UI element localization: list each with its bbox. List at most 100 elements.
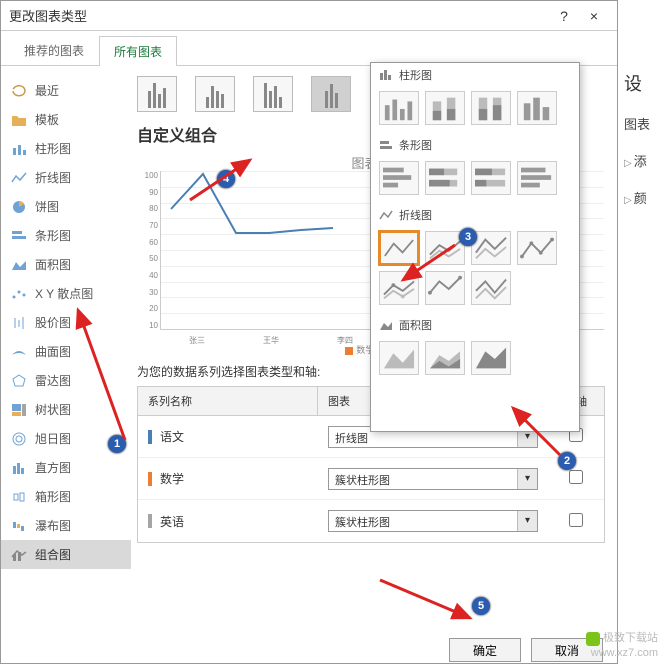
combo-thumb-2[interactable]: [195, 76, 235, 112]
chart-type-dropdown-panel[interactable]: 柱形图 条形图 折线图 面积图: [370, 62, 580, 432]
sidebar-item-box[interactable]: 箱形图: [1, 482, 131, 511]
dialog-title: 更改图表类型: [9, 6, 549, 25]
type-option-line-4[interactable]: [517, 231, 557, 265]
scatter-icon: [11, 287, 27, 301]
sidebar-item-label: 条形图: [35, 227, 71, 244]
type-option-bar-4[interactable]: [517, 161, 557, 195]
settings-row[interactable]: ▷颜: [624, 188, 664, 207]
settings-row[interactable]: 图表: [624, 114, 664, 133]
group-title-line: 折线图: [371, 203, 579, 227]
sidebar-item-treemap[interactable]: 树状图: [1, 395, 131, 424]
sidebar-item-histogram[interactable]: 直方图: [1, 453, 131, 482]
column-icon: [11, 142, 27, 156]
type-option-bar-2[interactable]: [425, 161, 465, 195]
chevron-down-icon: ▾: [517, 469, 537, 489]
watermark-icon: [586, 632, 600, 646]
series-name-cell: 语文: [138, 424, 318, 449]
combo-thumb-1[interactable]: [137, 76, 177, 112]
settings-row[interactable]: ▷添: [624, 151, 664, 170]
sidebar-item-label: 股价图: [35, 314, 71, 331]
pie-icon: [11, 200, 27, 214]
sidebar-item-stock[interactable]: 股价图: [1, 308, 131, 337]
sidebar-item-bar[interactable]: 条形图: [1, 221, 131, 250]
line-icon: [379, 209, 393, 221]
watermark: 极致下载站 www.xz7.com: [586, 631, 658, 660]
line-icon: [11, 171, 27, 185]
series-type-dropdown[interactable]: 簇状柱形图▾: [328, 468, 538, 490]
type-option-line-7[interactable]: [471, 271, 511, 305]
type-option-column-2[interactable]: [425, 91, 465, 125]
settings-header: 设: [624, 70, 664, 96]
sidebar-item-label: 组合图: [35, 546, 71, 563]
sidebar-item-label: 旭日图: [35, 430, 71, 447]
radar-icon: [11, 374, 27, 388]
tab-all[interactable]: 所有图表: [99, 36, 177, 66]
series-name-cell: 数学: [138, 466, 318, 491]
sidebar-item-label: 模板: [35, 111, 59, 128]
sidebar-item-templates[interactable]: 模板: [1, 105, 131, 134]
tab-bar: 推荐的图表 所有图表: [1, 31, 617, 66]
sidebar-item-label: 面积图: [35, 256, 71, 273]
type-option-bar-1[interactable]: [379, 161, 419, 195]
callout-3: 3: [459, 228, 477, 246]
sidebar-item-label: 箱形图: [35, 488, 71, 505]
series-swatch: [148, 472, 152, 486]
table-row: 英语 簇状柱形图▾: [138, 500, 604, 542]
bar-icon: [379, 139, 393, 151]
type-option-column-4[interactable]: [517, 91, 557, 125]
sidebar-item-label: 雷达图: [35, 372, 71, 389]
secondary-axis-checkbox[interactable]: [569, 513, 583, 527]
y-axis: 100908070605040302010: [138, 171, 158, 330]
sidebar-item-scatter[interactable]: X Y 散点图: [1, 279, 131, 308]
sidebar-item-label: 折线图: [35, 169, 71, 186]
callout-5: 5: [472, 597, 490, 615]
type-option-area-3[interactable]: [471, 341, 511, 375]
dialog-footer: 确定 取消: [449, 638, 603, 662]
sidebar-item-surface[interactable]: 曲面图: [1, 337, 131, 366]
sidebar-item-pie[interactable]: 饼图: [1, 192, 131, 221]
column-icon: [379, 69, 393, 81]
sidebar-item-recent[interactable]: 最近: [1, 76, 131, 105]
sidebar-item-label: 树状图: [35, 401, 71, 418]
help-button[interactable]: ?: [549, 8, 579, 24]
treemap-icon: [11, 403, 27, 417]
area-icon: [379, 319, 393, 331]
sidebar-item-combo[interactable]: 组合图: [1, 540, 131, 569]
sidebar-item-area[interactable]: 面积图: [1, 250, 131, 279]
type-option-area-2[interactable]: [425, 341, 465, 375]
sidebar-item-label: 直方图: [35, 459, 71, 476]
col-series-name: 系列名称: [138, 387, 318, 415]
sidebar-item-line[interactable]: 折线图: [1, 163, 131, 192]
close-button[interactable]: ×: [579, 8, 609, 24]
sidebar-item-label: 最近: [35, 82, 59, 99]
ok-button[interactable]: 确定: [449, 638, 521, 662]
sidebar-item-label: 瀑布图: [35, 517, 71, 534]
sidebar-item-label: X Y 散点图: [35, 285, 93, 302]
callout-4: 4: [217, 170, 235, 188]
stock-icon: [11, 316, 27, 330]
sidebar-item-radar[interactable]: 雷达图: [1, 366, 131, 395]
type-option-column-3[interactable]: [471, 91, 511, 125]
callout-2: 2: [558, 452, 576, 470]
type-option-column-1[interactable]: [379, 91, 419, 125]
series-swatch: [148, 514, 152, 528]
series-type-dropdown[interactable]: 簇状柱形图▾: [328, 510, 538, 532]
type-option-line-1[interactable]: [379, 231, 419, 265]
tab-recommended[interactable]: 推荐的图表: [9, 35, 99, 65]
type-option-area-1[interactable]: [379, 341, 419, 375]
type-option-line-6[interactable]: [425, 271, 465, 305]
histogram-icon: [11, 461, 27, 475]
type-option-line-3[interactable]: [471, 231, 511, 265]
type-option-bar-3[interactable]: [471, 161, 511, 195]
group-title-bar: 条形图: [371, 133, 579, 157]
settings-pane-peek: 设 图表 ▷添 ▷颜: [624, 70, 664, 225]
sidebar-item-label: 饼图: [35, 198, 59, 215]
combo-thumb-3[interactable]: [253, 76, 293, 112]
type-option-line-5[interactable]: [379, 271, 419, 305]
sidebar-item-waterfall[interactable]: 瀑布图: [1, 511, 131, 540]
bar-icon: [11, 229, 27, 243]
sidebar-item-column[interactable]: 柱形图: [1, 134, 131, 163]
secondary-axis-checkbox[interactable]: [569, 470, 583, 484]
combo-thumb-custom[interactable]: [311, 76, 351, 112]
box-icon: [11, 490, 27, 504]
